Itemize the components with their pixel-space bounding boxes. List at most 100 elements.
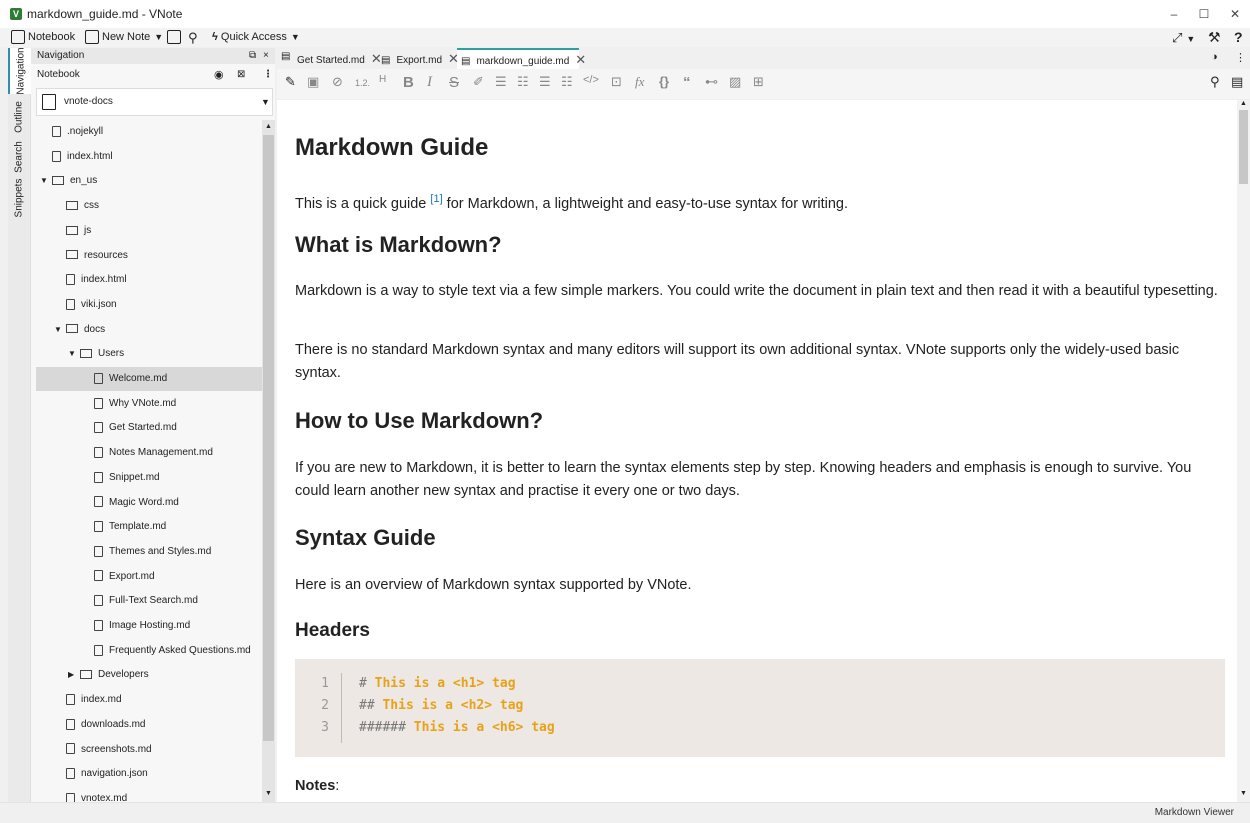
tree-file[interactable]: Get Started.md [36, 416, 264, 440]
document-scrollbar[interactable]: ▲ ▼ [1237, 100, 1250, 802]
tree-folder[interactable]: resources [36, 244, 264, 268]
view-mode-icon[interactable]: ⊠ [237, 64, 245, 86]
link-icon[interactable]: ⊷ [705, 74, 718, 90]
tab-snippets[interactable]: Snippets [8, 176, 30, 220]
tab-navigation[interactable]: Navigation [8, 47, 32, 95]
tree-folder[interactable]: ▼ en_us [36, 169, 264, 193]
tree-file[interactable]: .nojekyll [36, 120, 264, 144]
file-icon [94, 422, 103, 434]
tree-file[interactable]: Template.md [36, 515, 264, 539]
tree-file[interactable]: index.html [36, 145, 264, 169]
chevron-down-icon[interactable]: ▼ [291, 32, 300, 42]
math-icon[interactable]: fx [635, 74, 644, 90]
quick-access-button[interactable]: ϟ Quick Access ▼ [212, 30, 300, 45]
image-icon[interactable]: ▨ [729, 74, 741, 90]
tab-export[interactable]: ▤ Export.md ✕ [381, 49, 459, 69]
code-block-icon[interactable]: ⊡ [611, 74, 622, 90]
tree-folder[interactable]: js [36, 219, 264, 243]
italic-icon[interactable]: I [427, 74, 432, 91]
vnote-logo-icon: V [10, 8, 22, 20]
bold-icon[interactable]: B [403, 74, 414, 91]
heading-icon[interactable]: H [379, 74, 386, 85]
scroll-up-icon[interactable]: ▲ [1240, 100, 1247, 107]
close-button[interactable]: ✕ [1221, 4, 1249, 24]
ordered-list-icon[interactable]: ☷ [517, 74, 529, 90]
settings-button[interactable]: ⚒ [1208, 30, 1221, 45]
chevron-right-icon[interactable]: ▶ [68, 663, 80, 687]
tree-folder[interactable]: ▼ docs [36, 318, 264, 342]
tree-file[interactable]: Snippet.md [36, 466, 264, 490]
scroll-up-icon[interactable]: ▲ [265, 123, 272, 130]
more-icon[interactable]: ⋮ [1235, 51, 1246, 64]
tree-scrollbar[interactable]: ▲ ▼ [262, 120, 275, 802]
tab-markdown-guide[interactable]: ▤ markdown_guide.md ✕ [457, 48, 586, 70]
tree-file[interactable]: Image Hosting.md [36, 614, 264, 638]
tree-file[interactable]: Themes and Styles.md [36, 540, 264, 564]
tree-file[interactable]: screenshots.md [36, 738, 264, 762]
tab-outline[interactable]: Outline [8, 96, 30, 138]
new-note-button[interactable]: New Note ▼ [85, 30, 163, 45]
tree-file[interactable]: Notes Management.md [36, 441, 264, 465]
tab-search[interactable]: Search [8, 138, 30, 176]
chevron-down-icon[interactable]: ▼ [261, 97, 270, 107]
tree-scroll-thumb[interactable] [263, 135, 274, 741]
minimize-button[interactable]: – [1160, 4, 1188, 24]
tree-file[interactable]: index.md [36, 688, 264, 712]
tree-file[interactable]: vnotex.md [36, 787, 264, 802]
document-scroll-thumb[interactable] [1239, 110, 1248, 184]
quote-icon[interactable]: “ [683, 74, 691, 91]
notebook-selector[interactable]: vnote-docs ▼ [36, 88, 273, 116]
tree-file[interactable]: Welcome.md [36, 367, 264, 391]
tab-menu-icon[interactable]: ◑ [1211, 51, 1218, 63]
strikethrough-icon[interactable]: S [449, 74, 459, 91]
tree-folder[interactable]: ▶ Developers [36, 663, 264, 687]
chevron-down-icon[interactable]: ▼ [154, 32, 163, 42]
table-icon[interactable]: ⊞ [753, 74, 764, 90]
tree-file[interactable]: Frequently Asked Questions.md [36, 639, 264, 663]
expand-button[interactable]: ⤢ ▼ [1172, 30, 1195, 45]
scroll-down-icon[interactable]: ▼ [1240, 790, 1247, 797]
tab-list-icon[interactable]: ▤ [281, 51, 290, 62]
tree-item-content: .nojekyll [36, 120, 103, 144]
unordered-list-icon[interactable]: ☰ [495, 74, 507, 90]
tree-file[interactable]: Full-Text Search.md [36, 589, 264, 613]
tree-folder[interactable]: css [36, 194, 264, 218]
close-panel-icon[interactable]: × [263, 48, 269, 64]
more-icon[interactable]: ⋮ [263, 64, 273, 86]
checked-list-icon[interactable]: ☷ [561, 74, 573, 90]
tree-file[interactable]: navigation.json [36, 762, 264, 786]
tree-file[interactable]: Export.md [36, 565, 264, 589]
save-icon[interactable]: ▣ [307, 74, 319, 90]
chevron-down-icon[interactable]: ▼ [54, 318, 66, 342]
float-icon[interactable]: ⧉ [249, 48, 256, 64]
maximize-button[interactable]: ☐ [1190, 4, 1218, 24]
chevron-down-icon[interactable]: ▼ [40, 169, 52, 193]
highlight-icon[interactable]: ✐ [473, 74, 484, 90]
view-menu-icon[interactable]: ▤ [1231, 74, 1243, 90]
inline-code-icon[interactable]: </> [583, 74, 599, 86]
scroll-down-icon[interactable]: ▼ [265, 790, 272, 797]
tree-folder[interactable]: ▼ Users [36, 342, 264, 366]
lightbulb-button[interactable]: ⚲ [188, 30, 198, 45]
tree-file[interactable]: index.html [36, 268, 264, 292]
eye-icon[interactable]: ◉ [214, 64, 224, 86]
todo-list-icon[interactable]: ☰ [539, 74, 551, 90]
tree-file[interactable]: Why VNote.md [36, 392, 264, 416]
section-number-icon[interactable]: 1.2. [355, 78, 370, 88]
chevron-down-icon[interactable]: ▼ [68, 342, 80, 366]
notebook-menu-button[interactable]: Notebook [11, 30, 75, 45]
edit-icon[interactable]: ✎ [285, 74, 296, 90]
braces-icon[interactable]: {} [659, 74, 669, 89]
chevron-down-icon[interactable]: ▼ [1186, 34, 1195, 44]
search-icon[interactable]: ⚲ [1210, 74, 1220, 90]
tree-file[interactable]: Magic Word.md [36, 491, 264, 515]
tree-file[interactable]: downloads.md [36, 713, 264, 737]
attachment-icon[interactable]: ⊘ [332, 74, 343, 90]
help-button[interactable]: ? [1234, 30, 1243, 45]
footnote-link[interactable]: [1] [430, 193, 442, 205]
tab-get-started[interactable]: Get Started.md ✕ [297, 49, 383, 69]
notes-colon: : [335, 778, 340, 794]
tree-file[interactable]: viki.json [36, 293, 264, 317]
close-tab-icon[interactable]: ✕ [575, 52, 586, 67]
import-button[interactable] [167, 30, 184, 45]
